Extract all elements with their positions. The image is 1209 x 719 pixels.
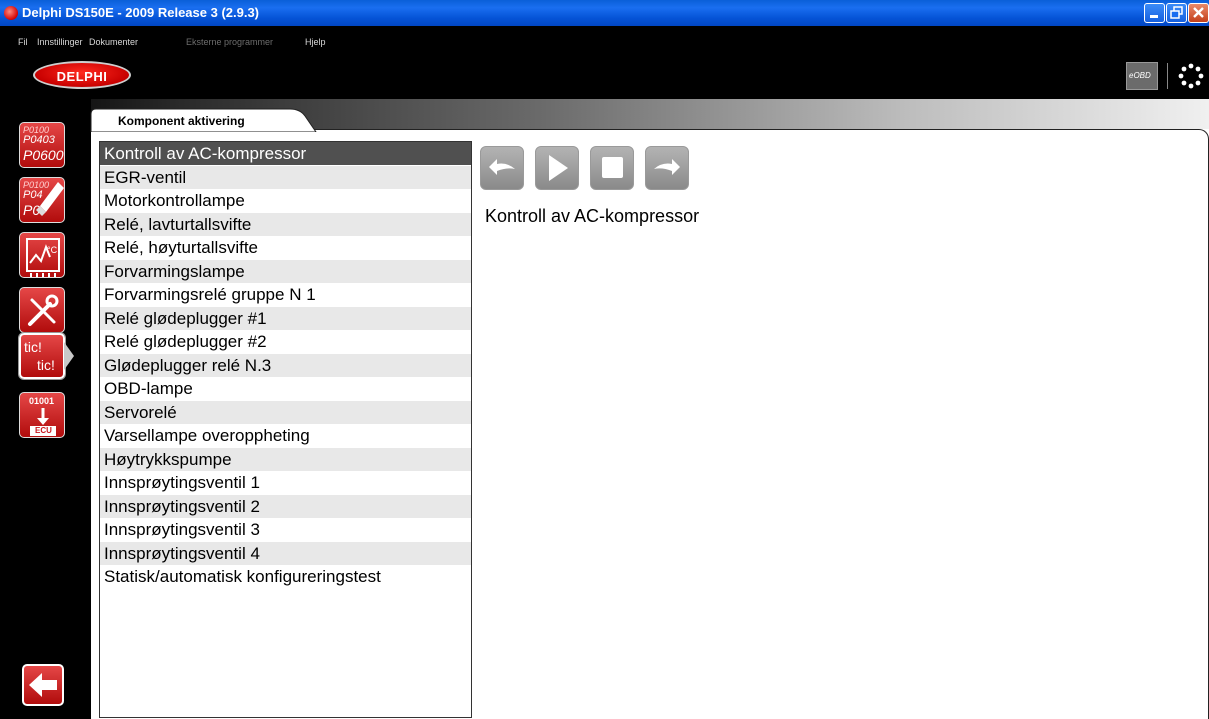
restore-icon — [1170, 6, 1183, 19]
eraser-icon — [36, 182, 64, 216]
title-bar[interactable]: Delphi DS150E - 2009 Release 3 (2.9.3) — [0, 0, 1209, 26]
ecu-programming-icon[interactable]: 01001 ECU — [19, 392, 65, 438]
menu-file[interactable]: Fil — [18, 37, 28, 47]
adjustments-tools-icon[interactable] — [19, 287, 65, 333]
redo-arrow-icon — [654, 159, 680, 175]
component-activation-icon[interactable]: tic! tic! — [19, 333, 65, 379]
menu-documents[interactable]: Dokumenter — [89, 37, 138, 47]
eobd-label: eOBD — [1129, 71, 1151, 80]
back-button[interactable] — [22, 664, 64, 706]
brand-bar: DELPHI — [0, 51, 1209, 99]
app-icon — [4, 6, 18, 20]
menu-external-programs[interactable]: Eksterne programmer — [186, 37, 273, 47]
eobd-button[interactable]: eOBD — [1126, 62, 1158, 90]
list-item[interactable]: Innsprøytingsventil 1 — [100, 471, 471, 494]
svg-text:°C: °C — [47, 245, 58, 255]
tic-text: tic! — [37, 357, 55, 373]
selected-component-title: Kontroll av AC-kompressor — [485, 206, 700, 226]
list-item[interactable]: OBD-lampe — [100, 377, 471, 400]
list-item[interactable]: Motorkontrollampe — [100, 189, 471, 212]
menu-settings[interactable]: Innstillinger — [37, 37, 83, 47]
previous-button[interactable] — [480, 146, 524, 190]
connection-status-icon[interactable] — [1178, 63, 1204, 89]
close-icon — [1193, 7, 1204, 18]
stop-button[interactable] — [590, 146, 634, 190]
menu-help[interactable]: Hjelp — [305, 37, 326, 47]
delphi-logo: DELPHI — [33, 61, 131, 89]
code-text: P0600 — [23, 147, 64, 163]
list-item[interactable]: Varsellampe overoppheting — [100, 424, 471, 447]
ecu-text: ECU — [35, 426, 52, 435]
divider — [1167, 63, 1168, 89]
list-item[interactable]: Servorelé — [100, 400, 471, 424]
list-item[interactable]: Kontroll av AC-kompressor — [100, 142, 471, 165]
live-data-icon[interactable]: °C — [19, 232, 65, 278]
component-list[interactable]: Kontroll av AC-kompressor EGR-ventil Motor… — [99, 141, 472, 718]
list-item[interactable]: Relé, lavturtallsvifte — [100, 212, 471, 236]
delphi-logo-text: DELPHI — [56, 69, 108, 84]
list-item[interactable]: Relé, høyturtallsvifte — [100, 236, 471, 259]
next-button[interactable] — [645, 146, 689, 190]
minimize-button[interactable] — [1144, 3, 1165, 23]
list-item[interactable]: Innsprøytingsventil 4 — [100, 541, 471, 565]
wrench-screwdriver-icon — [28, 294, 59, 326]
list-item[interactable]: EGR-ventil — [100, 165, 471, 189]
list-item[interactable]: Relé glødeplugger #1 — [100, 306, 471, 330]
tic-text: tic! — [24, 339, 42, 355]
play-icon — [549, 155, 568, 181]
restore-button[interactable] — [1166, 3, 1187, 23]
list-item[interactable]: Glødeplugger relé N.3 — [100, 353, 471, 377]
fault-codes-icon[interactable]: P0100 P0403 P0600 — [19, 122, 65, 168]
list-item[interactable]: Høytrykkspumpe — [100, 447, 471, 471]
tab-label: Komponent aktivering — [118, 114, 245, 128]
window-title: Delphi DS150E - 2009 Release 3 (2.9.3) — [22, 5, 260, 20]
menu-bar: Fil Innstillinger Dokumenter Eksterne pr… — [0, 26, 1209, 51]
undo-arrow-icon — [489, 159, 515, 175]
list-item[interactable]: Innsprøytingsventil 2 — [100, 494, 471, 518]
play-button[interactable] — [535, 146, 579, 190]
list-item[interactable]: Statisk/automatisk konfigureringstest — [100, 565, 471, 588]
stop-icon — [602, 157, 623, 178]
active-indicator-arrow — [64, 342, 74, 370]
oscilloscope-icon: °C — [26, 238, 60, 277]
minimize-icon — [1150, 15, 1158, 18]
code-text: P0403 — [23, 134, 55, 146]
list-item[interactable]: Forvarmingsrelé gruppe N 1 — [100, 283, 471, 306]
list-item[interactable]: Forvarmingslampe — [100, 259, 471, 283]
list-item[interactable]: Innsprøytingsventil 3 — [100, 518, 471, 541]
arrow-left-icon — [29, 673, 57, 697]
list-item[interactable]: Relé glødeplugger #2 — [100, 330, 471, 353]
clear-fault-codes-icon[interactable]: P0100 P04 P0 — [19, 177, 65, 223]
close-button[interactable] — [1188, 3, 1209, 23]
